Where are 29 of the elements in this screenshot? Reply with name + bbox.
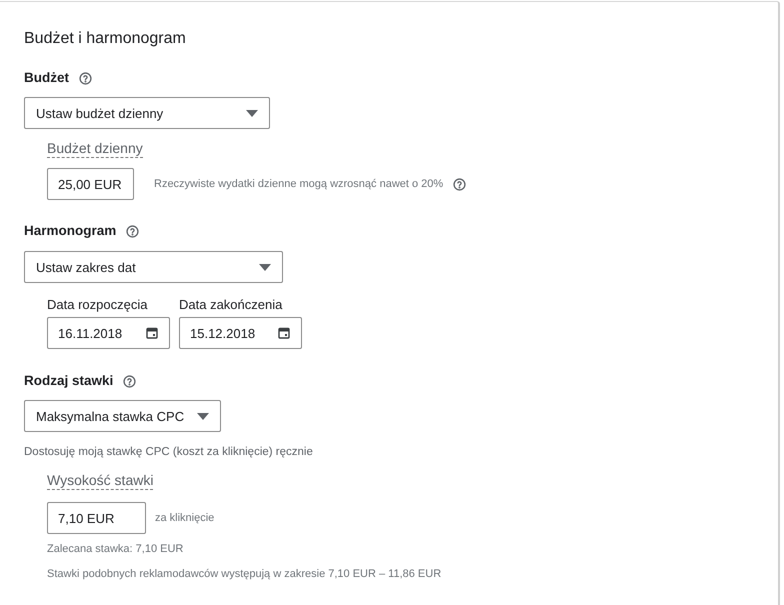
note-text: Dostosuję moją stawkę CPC (koszt za kliknięcie) ręcznie: [24, 445, 313, 460]
hint-text: Rzeczywiste wydatki dzienne mogą wzrosnąć nawet o 20%: [154, 178, 444, 190]
field-label: Wysokość stawki: [47, 471, 154, 490]
date-field[interactable]: 15.12.2018: [179, 317, 302, 349]
help-icon[interactable]: [453, 178, 466, 190]
calendar-icon[interactable]: [278, 327, 290, 339]
recommendation-text: Zalecana stawka: 7,10 EUR: [47, 542, 184, 557]
input-field[interactable]: 7,10 EUR: [47, 502, 146, 534]
dropdown[interactable]: Ustaw budżet dzienny: [24, 97, 270, 129]
help-icon[interactable]: [126, 224, 140, 238]
field-label: Budżet: [24, 69, 69, 87]
help-icon[interactable]: [123, 374, 136, 388]
date-field[interactable]: 16.11.2018: [47, 317, 170, 349]
caret-icon: [246, 110, 258, 116]
section-title: Budżet i harmonogram: [24, 29, 186, 49]
field-label: Budżet dzienny: [47, 139, 143, 158]
date-label: Data zakończenia: [179, 296, 282, 314]
caret-icon: [259, 264, 271, 270]
field-label: Rodzaj stawki: [24, 372, 114, 390]
input-field[interactable]: 25,00 EUR: [47, 168, 134, 200]
caret-icon: [197, 412, 209, 420]
suffix-text: za kliknięcie: [155, 512, 214, 524]
help-icon[interactable]: [79, 72, 92, 84]
field-label: Harmonogram: [24, 222, 116, 240]
dropdown[interactable]: Ustaw zakres dat: [24, 251, 283, 283]
calendar-icon[interactable]: [146, 327, 158, 339]
dropdown[interactable]: Maksymalna stawka CPC: [24, 400, 221, 432]
range-text: Stawki podobnych reklamodawców występują w zakresie 7,10 EUR – 11,86 EUR: [47, 567, 442, 582]
date-label: Data rozpoczęcia: [47, 296, 148, 314]
